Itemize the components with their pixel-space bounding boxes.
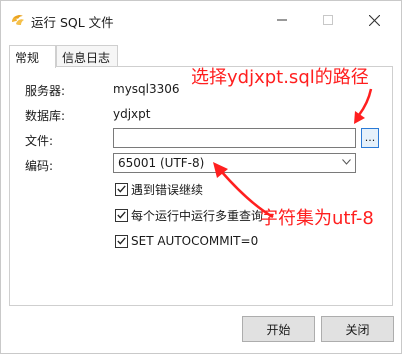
checkbox-autocommit[interactable] [115,234,128,248]
close-button[interactable] [351,1,397,39]
option-autocommit-label: SET AUTOCOMMIT=0 [131,234,259,248]
close-dialog-button-label: 关闭 [345,322,370,337]
run-sql-file-dialog: 运行 SQL 文件 常规 信息日志 服务器: mysql3306 数据库: yd… [0,0,402,354]
annotation-arrow-up [354,88,373,124]
checkmark-icon [117,237,126,245]
option-continue-on-error-label: 遇到错误继续 [131,182,204,197]
title-bar[interactable]: 运行 SQL 文件 [1,1,401,39]
server-label: 服务器: [25,84,66,98]
window-title: 运行 SQL 文件 [31,15,114,30]
annotation-charset: 字符集为utf-8 [260,208,374,229]
checkmark-icon [117,211,126,219]
database-value: ydjxpt [113,107,151,121]
browse-button-label: ... [364,131,376,144]
file-path-input[interactable] [113,128,356,148]
maximize-button[interactable] [305,1,351,39]
tab-general[interactable]: 常规 [9,45,56,68]
tab-info-log-label: 信息日志 [62,51,111,65]
tab-info-log[interactable]: 信息日志 [56,45,118,67]
close-dialog-button[interactable]: 关闭 [321,316,394,342]
minimize-button[interactable] [259,1,305,39]
database-label: 数据库: [25,109,66,123]
server-value: mysql3306 [113,82,180,96]
option-continue-on-error[interactable]: 遇到错误继续 [115,181,203,197]
file-label: 文件: [25,134,54,148]
encoding-value: 65001 (UTF-8) [118,156,205,170]
close-icon [368,14,380,26]
browse-file-button[interactable]: ... [361,128,379,148]
start-button-label: 开始 [266,322,291,337]
checkbox-multiple-queries[interactable] [115,208,128,222]
start-button[interactable]: 开始 [242,316,315,342]
maximize-icon [323,15,333,25]
checkmark-icon [117,185,126,193]
encoding-label: 编码: [25,159,54,173]
option-autocommit[interactable]: SET AUTOCOMMIT=0 [115,233,258,249]
tab-general-label: 常规 [15,51,40,65]
annotation-select-path: 选择ydjxpt.sql的路径 [191,67,369,88]
navicat-app-icon [12,14,24,25]
chevron-down-icon [342,159,351,165]
minimize-icon [277,19,287,21]
checkbox-continue-on-error[interactable] [115,182,128,196]
